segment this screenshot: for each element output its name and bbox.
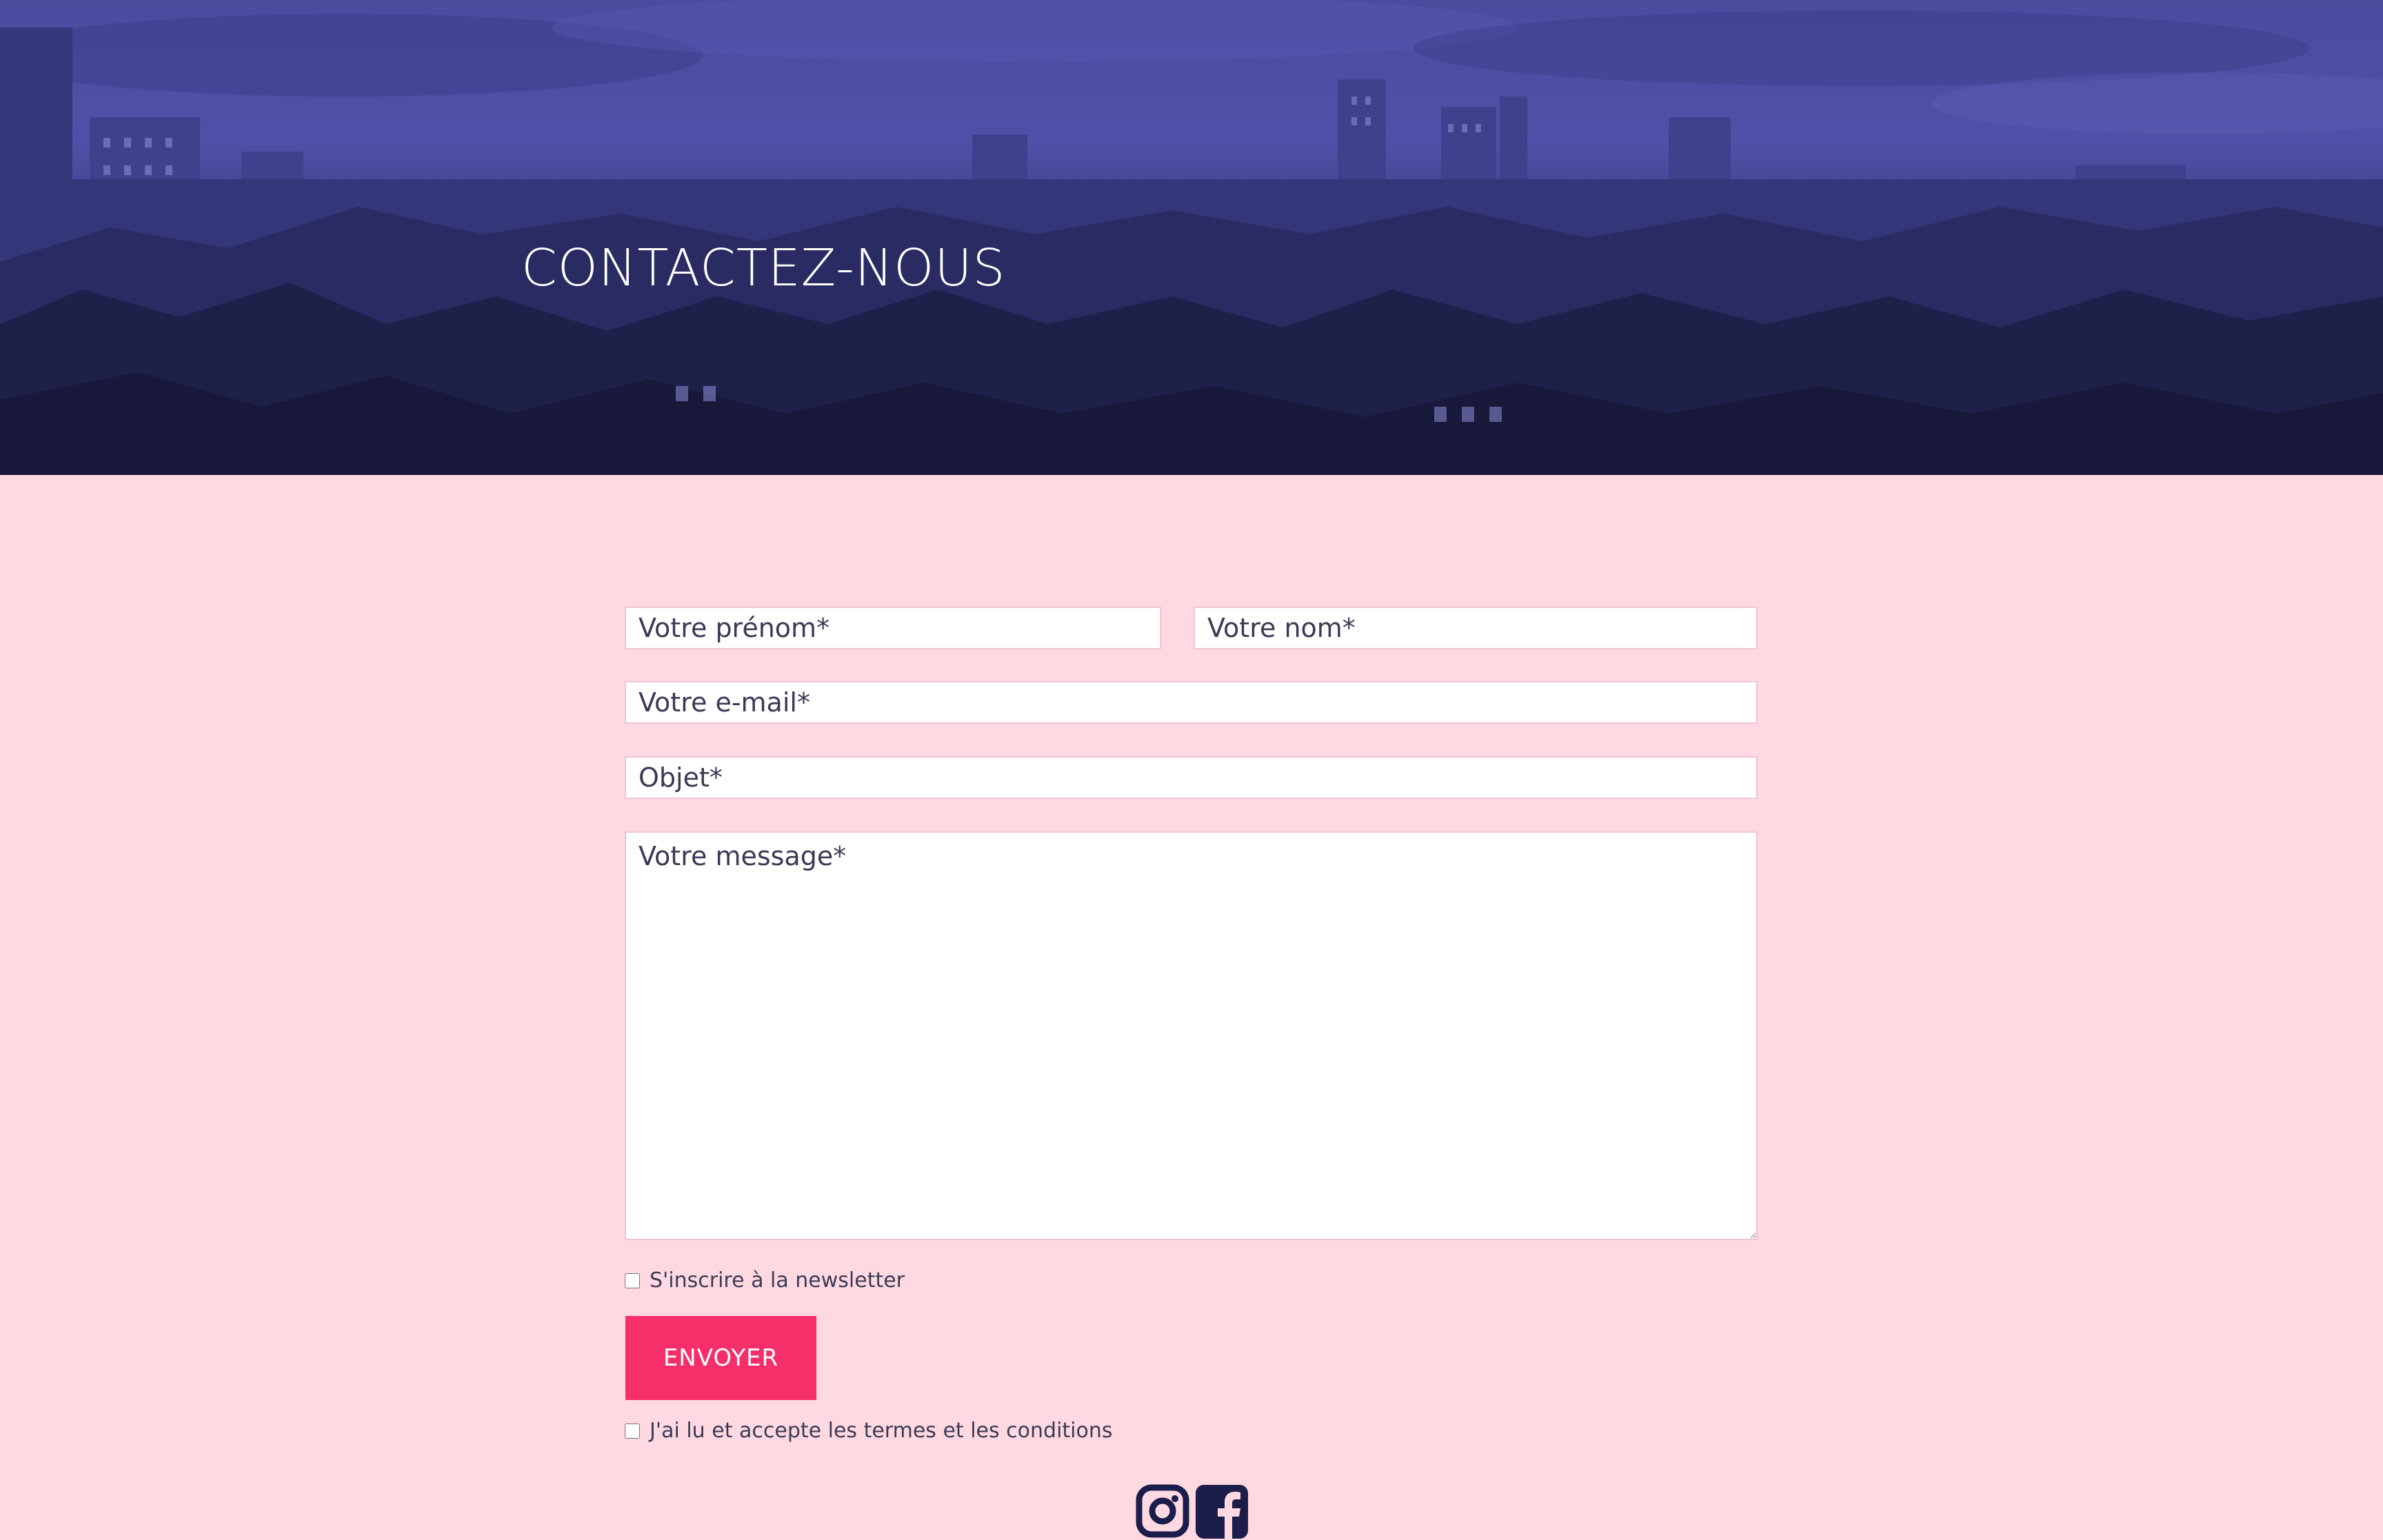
- terms-checkbox[interactable]: [625, 1423, 640, 1439]
- subject-input[interactable]: [625, 756, 1758, 799]
- instagram-link[interactable]: [1135, 1482, 1190, 1540]
- terms-label: J'ai lu et accepte les termes et les con…: [650, 1419, 1113, 1443]
- newsletter-checkbox[interactable]: [625, 1273, 640, 1288]
- page-title: CONTACTEZ-NOUS: [521, 239, 1006, 298]
- newsletter-label: S'inscrire à la newsletter: [650, 1268, 905, 1293]
- city-skyline-image: [0, 0, 2383, 475]
- lastname-input[interactable]: [1194, 607, 1758, 649]
- message-textarea[interactable]: [625, 831, 1758, 1240]
- terms-option[interactable]: J'ai lu et accepte les termes et les con…: [625, 1419, 1113, 1443]
- send-button[interactable]: ENVOYER: [625, 1316, 816, 1400]
- instagram-icon: [1136, 1484, 1189, 1538]
- email-input[interactable]: [625, 681, 1758, 724]
- firstname-input[interactable]: [625, 607, 1161, 649]
- facebook-icon: [1196, 1485, 1248, 1539]
- facebook-link[interactable]: [1194, 1482, 1249, 1540]
- social-links: [1135, 1482, 1249, 1540]
- contact-page: CONTACTEZ-NOUS S'inscrire à la newslette…: [0, 0, 2383, 1540]
- newsletter-option[interactable]: S'inscrire à la newsletter: [625, 1268, 905, 1293]
- hero-banner: CONTACTEZ-NOUS: [0, 0, 2383, 475]
